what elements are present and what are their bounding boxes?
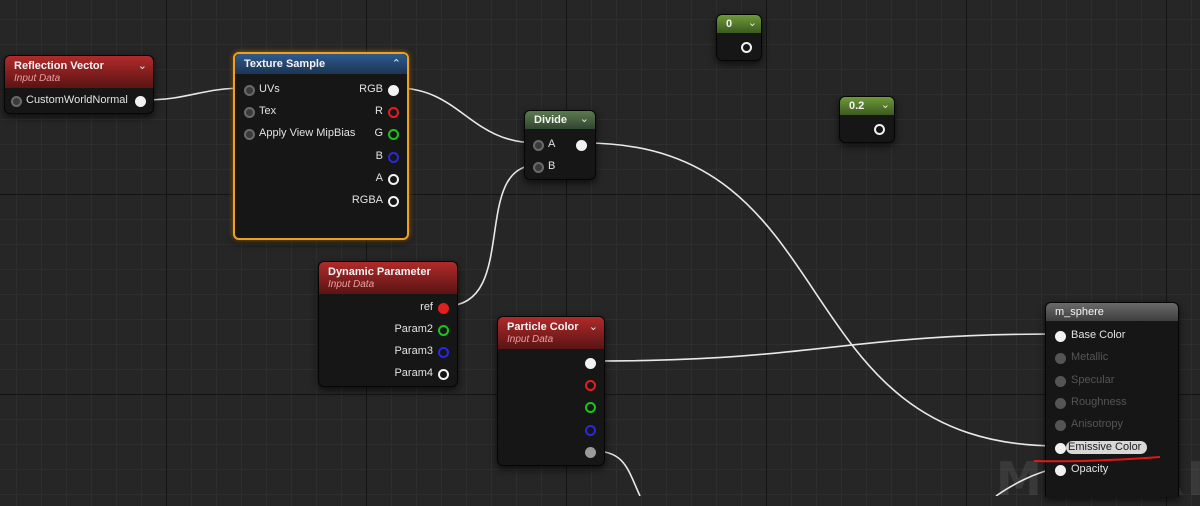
- output-pin[interactable]: [874, 124, 885, 135]
- output-pin-rgb[interactable]: [388, 85, 399, 96]
- output-label: G: [374, 127, 383, 139]
- constant-value: 0: [726, 18, 733, 30]
- output-label: R: [375, 105, 383, 117]
- input-label: UVs: [259, 83, 280, 95]
- texture-sample-node[interactable]: Texture Sample ⌃ UVs Tex Apply View MipB…: [233, 52, 409, 240]
- dynamic-parameter-node[interactable]: Dynamic Parameter Input Data ref Param2 …: [318, 261, 458, 387]
- output-label: RGBA: [351, 194, 383, 206]
- output-pin-param2[interactable]: [438, 325, 449, 336]
- material-output-node[interactable]: m_sphere Base Color Metallic Specular Ro…: [1045, 302, 1179, 497]
- input-pin-a[interactable]: [533, 140, 544, 151]
- node-title: Texture Sample: [244, 58, 326, 70]
- wire-reflection-to-uvs[interactable]: [142, 87, 247, 101]
- wire-divide-to-emissive[interactable]: [584, 142, 1059, 447]
- output-label: B: [375, 150, 383, 162]
- wire-rgb-to-divide-a[interactable]: [396, 87, 538, 144]
- constant-node-0[interactable]: 0 ⌄: [716, 14, 762, 61]
- output-pin-b[interactable]: [585, 425, 596, 436]
- chevron-down-icon[interactable]: ⌄: [138, 60, 147, 72]
- node-title: Reflection Vector: [14, 60, 104, 72]
- wire-ref-to-divide-b[interactable]: [445, 164, 538, 307]
- node-header[interactable]: Reflection Vector Input Data ⌄: [5, 56, 153, 88]
- input-label: Tex: [259, 105, 277, 117]
- chevron-down-icon[interactable]: ⌄: [748, 17, 757, 29]
- chevron-down-icon[interactable]: ⌄: [589, 321, 598, 333]
- input-pin-base-color[interactable]: [1055, 331, 1066, 342]
- output-pin-b[interactable]: [388, 152, 399, 163]
- node-title: m_sphere: [1055, 306, 1104, 318]
- output-label: Param3: [394, 345, 433, 357]
- chevron-down-icon[interactable]: ⌄: [580, 113, 589, 125]
- constant-value: 0.2: [849, 100, 865, 112]
- output-pin-param4[interactable]: [438, 369, 449, 380]
- output-pin-a[interactable]: [585, 447, 596, 458]
- output-pin-g[interactable]: [388, 129, 399, 140]
- output-label: A: [375, 172, 383, 184]
- node-title: Dynamic Parameter: [328, 266, 431, 278]
- node-header[interactable]: Dynamic Parameter Input Data: [319, 262, 457, 294]
- input-pin-b[interactable]: [533, 162, 544, 173]
- constant-node-0-2[interactable]: 0.2 ⌄: [839, 96, 895, 143]
- annotation-underline: [1033, 456, 1161, 463]
- input-pin[interactable]: [11, 96, 22, 107]
- input-pin-tex[interactable]: [244, 107, 255, 118]
- node-title: Particle Color: [507, 321, 579, 333]
- node-subtitle: Input Data: [14, 73, 61, 84]
- input-pin-specular[interactable]: [1055, 376, 1066, 387]
- output-pin[interactable]: [576, 140, 587, 151]
- input-pin-uvs[interactable]: [244, 85, 255, 96]
- wire-particle-to-basecolor[interactable]: [593, 333, 1059, 362]
- node-header[interactable]: 0 ⌄: [717, 15, 761, 33]
- node-header[interactable]: Texture Sample ⌃: [235, 54, 407, 74]
- node-subtitle: Input Data: [507, 334, 554, 345]
- output-label: Param2: [394, 323, 433, 335]
- output-pin-rgba[interactable]: [388, 196, 399, 207]
- input-label: Roughness: [1071, 396, 1127, 408]
- input-label: Specular: [1071, 374, 1115, 386]
- output-pin-r[interactable]: [388, 107, 399, 118]
- node-subtitle: Input Data: [328, 279, 375, 290]
- input-pin-metallic[interactable]: [1055, 353, 1066, 364]
- node-header[interactable]: Divide ⌄: [525, 111, 595, 129]
- output-pin-ref[interactable]: [438, 303, 449, 314]
- output-pin[interactable]: [741, 42, 752, 53]
- output-pin-g[interactable]: [585, 402, 596, 413]
- output-pin-a[interactable]: [388, 174, 399, 185]
- input-pin-mipbias[interactable]: [244, 129, 255, 140]
- output-label: ref: [420, 301, 433, 313]
- input-label: Base Color: [1071, 329, 1126, 341]
- divide-node[interactable]: Divide ⌄ A B: [524, 110, 596, 180]
- input-label: Apply View MipBias: [259, 127, 356, 139]
- node-header[interactable]: 0.2 ⌄: [840, 97, 894, 115]
- input-label: A: [548, 138, 556, 150]
- input-label: B: [548, 160, 556, 172]
- chevron-up-icon[interactable]: ⌃: [392, 58, 401, 70]
- input-label: Anisotropy: [1071, 418, 1123, 430]
- chevron-down-icon[interactable]: ⌄: [881, 99, 890, 111]
- input-label: Opacity: [1071, 463, 1109, 475]
- input-pin-emissive-color[interactable]: [1055, 443, 1066, 454]
- input-label-highlighted: Emissive Color: [1066, 441, 1148, 454]
- input-pin-opacity[interactable]: [1055, 465, 1066, 476]
- node-title: Divide: [534, 114, 568, 126]
- input-pin-anisotropy[interactable]: [1055, 420, 1066, 431]
- output-pin-r[interactable]: [585, 380, 596, 391]
- reflection-vector-node[interactable]: Reflection Vector Input Data ⌄ CustomWor…: [4, 55, 154, 114]
- output-pin-rgb[interactable]: [585, 358, 596, 369]
- output-label: Param4: [394, 367, 433, 379]
- output-label: CustomWorldNormal: [26, 94, 128, 106]
- input-label: Metallic: [1071, 351, 1109, 363]
- output-label: RGB: [359, 83, 383, 95]
- input-pin-roughness[interactable]: [1055, 398, 1066, 409]
- node-header[interactable]: m_sphere: [1046, 303, 1178, 321]
- node-header[interactable]: Particle Color Input Data ⌄: [498, 317, 604, 349]
- output-pin-param3[interactable]: [438, 347, 449, 358]
- output-pin[interactable]: [135, 96, 146, 107]
- particle-color-node[interactable]: Particle Color Input Data ⌄: [497, 316, 605, 466]
